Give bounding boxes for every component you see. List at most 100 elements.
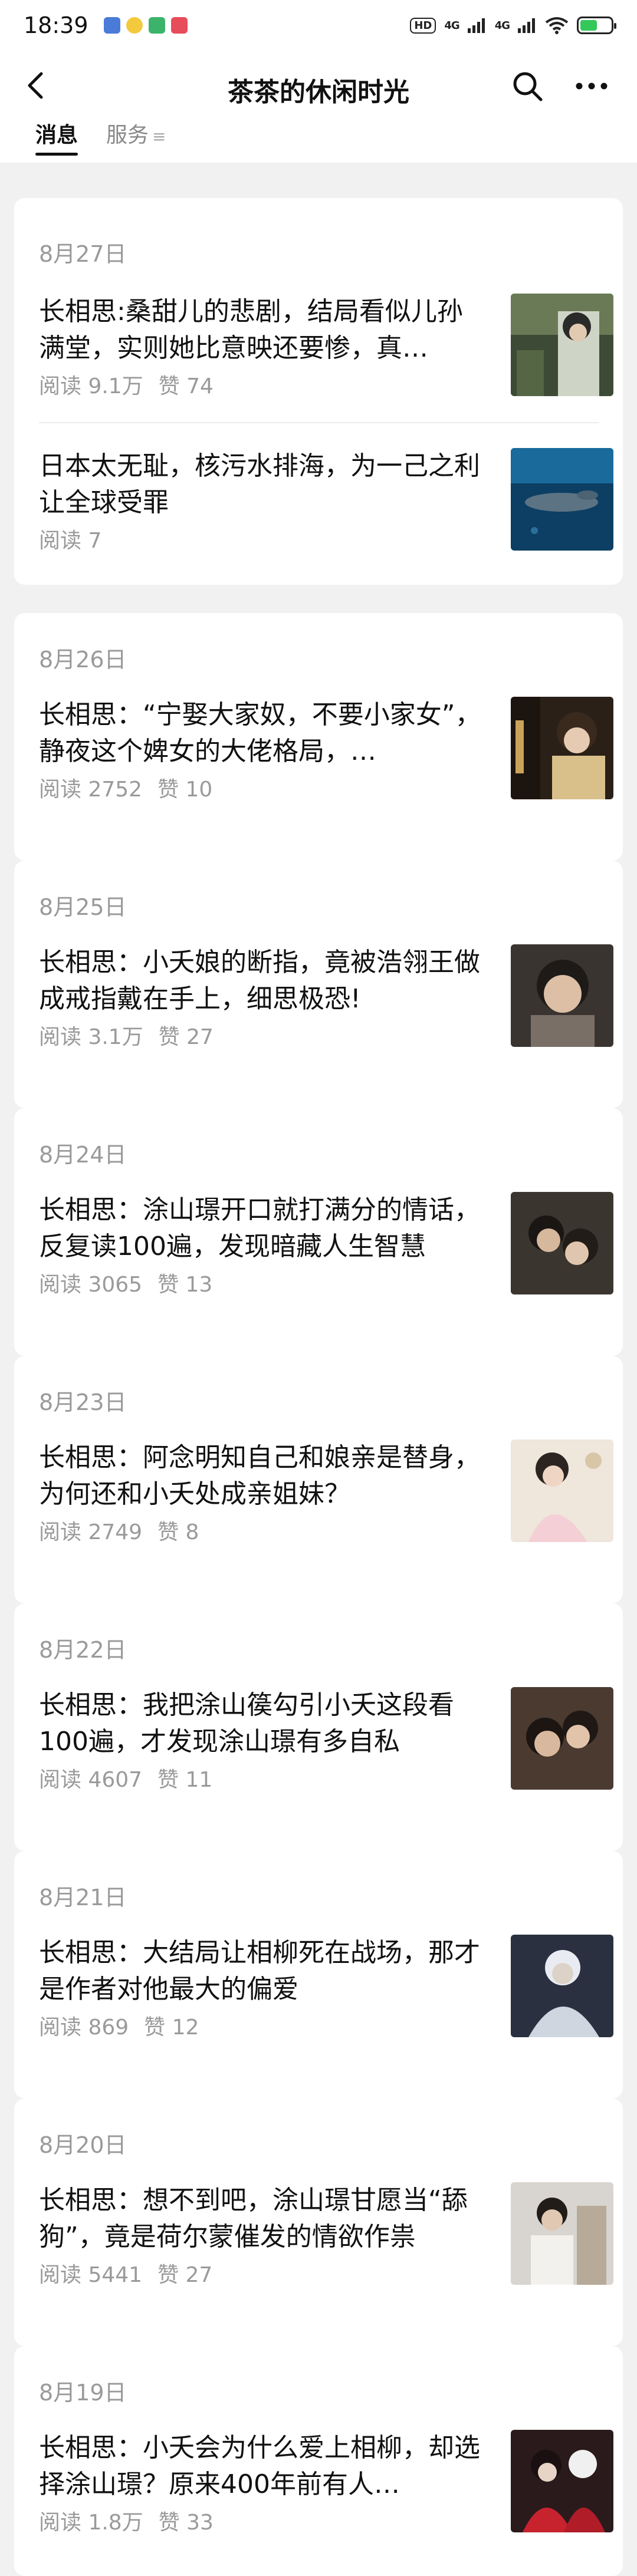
article-item[interactable]: 长相思：我把涂山篌勾引小夭这段看100遍，才发现涂山璟有多自私 阅读 4607 赞… — [39, 1687, 613, 1793]
date-group-card: 8月19日 长相思：小夭会为什么爱上相柳，却选择涂山璟？原来400年前有人… 阅… — [14, 2346, 623, 2576]
article-item[interactable]: 长相思：小夭娘的断指，竟被浩翎王做成戒指戴在手上，细思极恐! 阅读 3.1万赞 … — [39, 944, 613, 1050]
app-notification-icon — [148, 17, 165, 34]
article-item[interactable]: 日本太无耻，核污水排海，为一己之利让全球受罪 阅读 7 — [39, 448, 613, 554]
read-count: 阅读 7 — [39, 529, 102, 553]
more-dots-icon — [576, 83, 608, 90]
like-count: 赞 10 — [157, 778, 213, 802]
article-title: 长相思：想不到吧，涂山璟甘愿当“舔狗”，竟是荷尔蒙催发的情欲作祟 — [39, 2185, 468, 2252]
app-notification-icon — [126, 17, 143, 34]
search-button[interactable] — [510, 68, 545, 104]
article-meta: 阅读 3.1万赞 27 — [39, 1020, 214, 1050]
article-item[interactable]: 长相思：小夭会为什么爱上相柳，却选择涂山璟？原来400年前有人… 阅读 1.8万… — [39, 2430, 613, 2535]
article-thumbnail — [511, 294, 613, 396]
article-title: 长相思:桑甜儿的悲剧，结局看似儿孙满堂，实则她比意映还要惨，真… — [39, 297, 463, 363]
like-count: 赞 8 — [157, 1520, 199, 1544]
article-item[interactable]: 长相思：涂山璟开口就打满分的情话，反复读100遍，发现暗藏人生智慧 阅读 306… — [39, 1192, 613, 1297]
date-group-card: 8月21日 长相思：大结局让相柳死在战场，那才是作者对他最大的偏爱 阅读 869… — [14, 1851, 623, 2099]
article-meta: 阅读 7 — [39, 523, 101, 554]
like-count: 赞 74 — [158, 374, 214, 398]
read-count: 阅读 3.1万 — [39, 1025, 143, 1049]
article-meta: 阅读 5441 赞 27 — [39, 2258, 212, 2288]
article-thumbnail — [511, 1687, 613, 1790]
article-meta: 阅读 3065 赞 13 — [39, 1267, 212, 1298]
network-indicator: 4G — [444, 19, 459, 32]
article-item[interactable]: 长相思:桑甜儿的悲剧，结局看似儿孙满堂，实则她比意映还要惨，真… 阅读 9.1万… — [39, 294, 613, 398]
group-date: 8月23日 — [39, 1389, 127, 1415]
read-count: 阅读 869 — [39, 2015, 129, 2040]
date-group-card: 8月27日 长相思:桑甜儿的悲剧，结局看似儿孙满堂，实则她比意映还要惨，真… 阅… — [14, 198, 623, 585]
article-meta: 阅读 9.1万赞 74 — [39, 369, 214, 400]
like-count: 赞 27 — [158, 1025, 214, 1049]
article-divider — [39, 422, 599, 423]
app-notification-icon — [103, 17, 120, 34]
article-thumbnail — [511, 2182, 613, 2285]
article-thumbnail — [511, 2430, 613, 2532]
like-count: 赞 27 — [157, 2263, 213, 2287]
date-group-card: 8月23日 长相思：阿念明知自己和娘亲是替身，为何还和小夭处成亲姐妹？ 阅读 2… — [14, 1356, 623, 1603]
article-meta: 阅读 869 赞 12 — [39, 2010, 199, 2041]
group-date: 8月26日 — [39, 647, 127, 673]
article-title: 长相思：阿念明知自己和娘亲是替身，为何还和小夭处成亲姐妹？ — [39, 1442, 480, 1509]
network-indicator: 4G — [494, 19, 510, 32]
search-icon — [513, 72, 543, 101]
article-thumbnail — [511, 1439, 613, 1542]
read-count: 阅读 3065 — [39, 1273, 143, 1297]
group-date: 8月25日 — [39, 894, 127, 920]
article-title: 长相思：涂山璟开口就打满分的情话，反复读100遍，发现暗藏人生智慧 — [39, 1195, 480, 1261]
article-meta: 阅读 1.8万赞 33 — [39, 2505, 214, 2536]
signal-icon — [467, 18, 485, 33]
wifi-icon — [545, 17, 569, 34]
article-title: 长相思：小夭娘的断指，竟被浩翎王做成戒指戴在手上，细思极恐! — [39, 947, 480, 1014]
signal-icon — [518, 18, 535, 33]
article-thumbnail — [511, 1935, 613, 2037]
like-count: 赞 13 — [157, 1273, 213, 1297]
article-meta: 阅读 2752 赞 10 — [39, 772, 212, 803]
group-date: 8月27日 — [39, 241, 127, 267]
header-bar: 茶茶的休闲时光 — [0, 51, 637, 126]
like-count: 赞 33 — [158, 2511, 214, 2535]
read-count: 阅读 5441 — [39, 2263, 143, 2287]
status-bar: 18:39 HD 4G 4G — [0, 0, 637, 51]
date-group-card: 8月22日 长相思：我把涂山篌勾引小夭这段看100遍，才发现涂山璟有多自私 阅读… — [14, 1603, 623, 1851]
article-thumbnail — [511, 697, 613, 799]
read-count: 阅读 9.1万 — [39, 374, 143, 398]
date-group-card: 8月26日 长相思：“宁娶大家奴，不要小家女”，静夜这个婢女的大佬格局，… 阅读… — [14, 613, 623, 861]
article-title: 日本太无耻，核污水排海，为一己之利让全球受罪 — [39, 451, 480, 518]
date-group-card: 8月20日 长相思：想不到吧，涂山璟甘愿当“舔狗”，竟是荷尔蒙催发的情欲作祟 阅… — [14, 2099, 623, 2346]
group-date: 8月21日 — [39, 1885, 127, 1910]
article-item[interactable]: 长相思：大结局让相柳死在战场，那才是作者对他最大的偏爱 阅读 869 赞 12 — [39, 1935, 613, 2040]
tab-messages[interactable]: 消息 — [35, 118, 78, 156]
group-date: 8月20日 — [39, 2132, 127, 2158]
menu-lines-icon: ≡ — [152, 127, 166, 146]
article-title: 长相思：“宁娶大家奴，不要小家女”，静夜这个婢女的大佬格局，… — [39, 700, 481, 766]
article-thumbnail — [511, 944, 613, 1047]
article-item[interactable]: 长相思：想不到吧，涂山璟甘愿当“舔狗”，竟是荷尔蒙催发的情欲作祟 阅读 5441… — [39, 2182, 613, 2288]
article-meta: 阅读 2749 赞 8 — [39, 1515, 199, 1546]
like-count: 赞 12 — [144, 2015, 199, 2040]
read-count: 阅读 2752 — [39, 778, 143, 802]
more-button[interactable] — [571, 68, 612, 104]
tab-services[interactable]: 服务 ≡ — [106, 118, 166, 156]
group-date: 8月22日 — [39, 1637, 127, 1663]
article-meta: 阅读 4607 赞 11 — [39, 1763, 212, 1793]
like-count: 赞 11 — [157, 1768, 213, 1792]
group-date: 8月19日 — [39, 2380, 127, 2406]
group-date: 8月24日 — [39, 1142, 127, 1168]
read-count: 阅读 1.8万 — [39, 2511, 143, 2535]
hd-badge: HD — [410, 17, 436, 34]
article-item[interactable]: 长相思：“宁娶大家奴，不要小家女”，静夜这个婢女的大佬格局，… 阅读 2752 赞… — [39, 697, 613, 802]
read-count: 阅读 2749 — [39, 1520, 143, 1544]
battery-icon — [577, 17, 616, 34]
status-indicators: HD 4G 4G — [410, 17, 616, 34]
tab-services-label: 服务 — [106, 123, 149, 147]
article-thumbnail — [511, 1192, 613, 1294]
tab-bar: 消息 服务 ≡ — [0, 118, 637, 163]
status-time: 18:39 — [24, 12, 88, 38]
date-group-card: 8月25日 长相思：小夭娘的断指，竟被浩翎王做成戒指戴在手上，细思极恐! 阅读 … — [14, 861, 623, 1108]
date-group-card: 8月24日 长相思：涂山璟开口就打满分的情话，反复读100遍，发现暗藏人生智慧 … — [14, 1108, 623, 1356]
article-title: 长相思：我把涂山篌勾引小夭这段看100遍，才发现涂山璟有多自私 — [39, 1690, 454, 1757]
battery-level — [580, 20, 597, 31]
article-item[interactable]: 长相思：阿念明知自己和娘亲是替身，为何还和小夭处成亲姐妹？ 阅读 2749 赞 8 — [39, 1439, 613, 1544]
article-title: 长相思：小夭会为什么爱上相柳，却选择涂山璟？原来400年前有人… — [39, 2433, 480, 2499]
read-count: 阅读 4607 — [39, 1768, 143, 1792]
